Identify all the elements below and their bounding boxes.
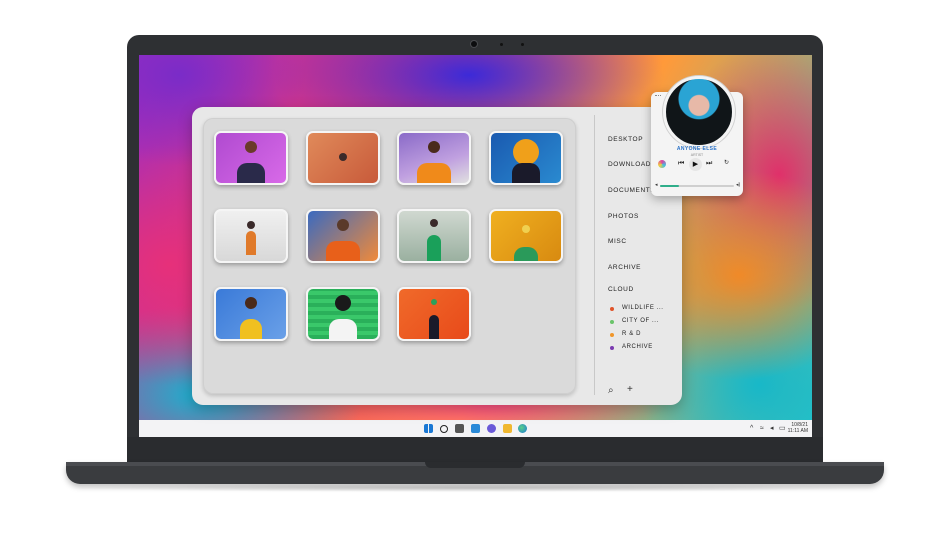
photo-subject-head <box>428 141 440 153</box>
cloud-folder-dot <box>610 333 614 337</box>
cloud-folder-dot <box>610 346 614 350</box>
volume-high-icon: ◂) <box>736 182 741 188</box>
artist-name: ARTIST <box>690 153 704 157</box>
windows-icon[interactable] <box>424 424 433 433</box>
cloud-folder-rd[interactable]: R & D <box>622 331 641 337</box>
cloud-folder-dot <box>610 320 614 324</box>
chevron-up-icon[interactable]: ^ <box>750 425 753 432</box>
cloud-folder-wildlife[interactable]: WILDLIFE ... <box>622 305 664 311</box>
cloud-folder-city[interactable]: CITY OF ... <box>622 318 659 324</box>
widgets-icon[interactable] <box>471 424 480 433</box>
photo-thumbnail[interactable] <box>397 287 471 341</box>
photo-subject <box>240 319 262 339</box>
photo-subject-head <box>245 297 257 309</box>
photo-thumbnail[interactable] <box>214 287 288 341</box>
nav-item-downloads[interactable]: DOWNLOADS <box>608 161 656 168</box>
photo-subject-head <box>339 153 347 161</box>
camera-led <box>521 43 524 46</box>
photo-subject <box>427 235 441 261</box>
webcam <box>471 41 477 47</box>
photo-subject <box>237 163 265 183</box>
cloud-folder-dot <box>610 307 614 311</box>
camera-sensor <box>500 43 503 46</box>
album-art <box>663 76 735 148</box>
add-icon[interactable]: + <box>627 385 633 395</box>
volume-icon[interactable]: ◂ <box>770 425 774 432</box>
nav-item-archive[interactable]: ARCHIVE <box>608 264 641 271</box>
chat-icon[interactable] <box>487 424 496 433</box>
photo-subject-head <box>431 299 437 305</box>
photo-subject <box>417 163 451 183</box>
playback-progress-fill <box>660 185 679 187</box>
nav-item-cloud[interactable]: CLOUD <box>608 286 634 293</box>
screen-bezel-bottom <box>127 437 823 463</box>
previous-icon[interactable]: ⏮ <box>678 159 684 168</box>
taskbar-clock[interactable]: 10/8/21 11:11 AM <box>784 422 808 434</box>
photo-subject-head <box>513 139 539 165</box>
photo-thumbnail[interactable] <box>306 209 380 263</box>
search-icon[interactable]: ⌕ <box>608 386 614 396</box>
color-wheel-icon[interactable] <box>658 160 666 168</box>
photo-subject <box>512 163 540 183</box>
cloud-folder-archive[interactable]: ARCHIVE <box>622 344 653 350</box>
sidebar-divider <box>594 115 595 395</box>
nav-item-desktop[interactable]: DESKTOP <box>608 136 643 143</box>
photo-thumbnail[interactable] <box>489 209 563 263</box>
lid-notch <box>425 462 525 468</box>
photo-thumbnail[interactable] <box>397 209 471 263</box>
playback-progress[interactable] <box>660 185 734 187</box>
photo-thumbnail[interactable] <box>306 131 380 185</box>
file-explorer-icon[interactable] <box>503 424 512 433</box>
photo-subject-head <box>430 219 438 227</box>
photo-subject <box>326 241 360 261</box>
photo-subject-head <box>335 295 351 311</box>
photo-thumbnail[interactable] <box>397 131 471 185</box>
laptop-shadow <box>60 484 890 492</box>
next-icon[interactable]: ⏭ <box>706 159 712 168</box>
photo-grid-pane <box>203 118 576 394</box>
task-view-icon[interactable] <box>455 424 464 433</box>
nav-item-photos[interactable]: PHOTOS <box>608 213 639 220</box>
edge-icon[interactable] <box>518 424 527 433</box>
photo-subject <box>246 231 256 255</box>
photo-subject-head <box>245 141 257 153</box>
photo-thumbnail[interactable] <box>306 287 380 341</box>
wifi-icon[interactable]: ≈ <box>760 425 764 432</box>
photo-thumbnail[interactable] <box>489 131 563 185</box>
file-explorer-window: DESKTOP DOWNLOADS DOCUMENTS PHOTOS MISC … <box>192 107 682 405</box>
repeat-icon[interactable]: ↻ <box>724 159 729 168</box>
photo-thumbnail[interactable] <box>214 209 288 263</box>
song-title: ANYONE ELSE <box>676 146 718 152</box>
search-icon[interactable] <box>440 425 448 433</box>
photo-subject-head <box>522 225 530 233</box>
photo-subject-head <box>337 219 349 231</box>
photo-subject-head <box>247 221 255 229</box>
volume-low-icon: ◂ <box>655 182 658 188</box>
taskbar-time: 11:11 AM <box>787 428 808 434</box>
play-button[interactable]: ▶ <box>689 158 702 171</box>
photo-thumbnail[interactable] <box>214 131 288 185</box>
nav-item-documents[interactable]: DOCUMENTS <box>608 187 655 194</box>
photo-subject <box>329 319 357 339</box>
window-controls-icon[interactable] <box>655 95 661 98</box>
photo-subject <box>514 247 538 261</box>
nav-item-misc[interactable]: MISC <box>608 238 627 245</box>
photo-subject <box>429 315 439 339</box>
